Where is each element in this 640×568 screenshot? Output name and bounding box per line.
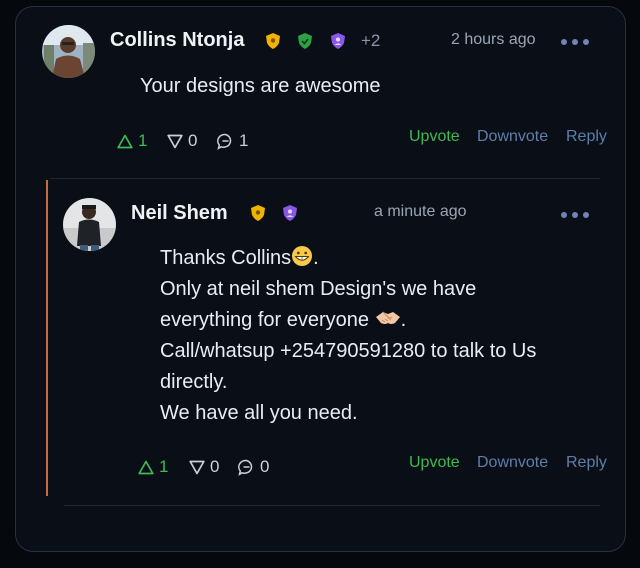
reply-author[interactable]: Neil Shem <box>131 202 228 225</box>
upvote-button[interactable]: Upvote <box>409 128 460 146</box>
more-options-icon[interactable] <box>561 35 589 49</box>
reply-count-value: 0 <box>260 457 270 476</box>
upvote-triangle-icon <box>117 134 133 148</box>
upvote-triangle-icon <box>138 460 154 474</box>
reply-button[interactable]: Reply <box>566 454 607 472</box>
downvote-count[interactable]: 0 <box>189 457 219 477</box>
divider <box>50 178 600 179</box>
upvote-count-value: 1 <box>159 457 169 476</box>
shield-purple-icon <box>331 33 345 49</box>
reply-line: Thanks Collins. <box>160 246 319 269</box>
extra-badges-count[interactable]: +2 <box>361 31 380 51</box>
reply-line: directly. <box>160 371 228 393</box>
downvote-count-value: 0 <box>188 131 198 150</box>
comment-bubble-icon <box>217 133 232 150</box>
reply-button[interactable]: Reply <box>566 128 607 146</box>
shield-gold-icon <box>251 205 265 221</box>
comment-text: Your designs are awesome <box>140 75 381 97</box>
shield-purple-icon <box>283 205 297 221</box>
reply-text: Thanks Collins. Only at neil shem Design… <box>160 243 600 429</box>
shield-gold-icon <box>266 33 280 49</box>
reply-count-value: 1 <box>239 131 249 150</box>
downvote-triangle-icon <box>167 134 183 148</box>
reply-line: everything for everyone . <box>160 309 407 331</box>
downvote-count[interactable]: 0 <box>167 131 197 151</box>
comment-bubble-icon <box>238 459 253 476</box>
downvote-triangle-icon <box>189 460 205 474</box>
reply-count[interactable]: 1 <box>217 131 248 151</box>
grinning-face-icon <box>292 246 313 266</box>
reply-timestamp: a minute ago <box>374 203 467 220</box>
upvote-count-value: 1 <box>138 131 148 150</box>
shield-green-icon <box>298 33 312 49</box>
upvote-count[interactable]: 1 <box>117 131 147 151</box>
reply-line: Call/whatsup +254790591280 to talk to Us <box>160 340 537 362</box>
downvote-button[interactable]: Downvote <box>477 128 548 146</box>
downvote-count-value: 0 <box>210 457 220 476</box>
avatar[interactable] <box>42 25 95 78</box>
downvote-button[interactable]: Downvote <box>477 454 548 472</box>
reply-line: Only at neil shem Design's we have <box>160 278 477 300</box>
reply-line: We have all you need. <box>160 402 358 424</box>
handshake-icon <box>375 311 400 324</box>
comment-timestamp: 2 hours ago <box>451 31 536 48</box>
avatar[interactable] <box>63 198 116 251</box>
reply-count[interactable]: 0 <box>238 457 269 477</box>
more-options-icon[interactable] <box>561 208 589 222</box>
divider <box>64 505 600 506</box>
upvote-count[interactable]: 1 <box>138 457 168 477</box>
upvote-button[interactable]: Upvote <box>409 454 460 472</box>
comment-author[interactable]: Collins Ntonja <box>110 29 244 52</box>
reply-thread-line <box>46 180 48 496</box>
